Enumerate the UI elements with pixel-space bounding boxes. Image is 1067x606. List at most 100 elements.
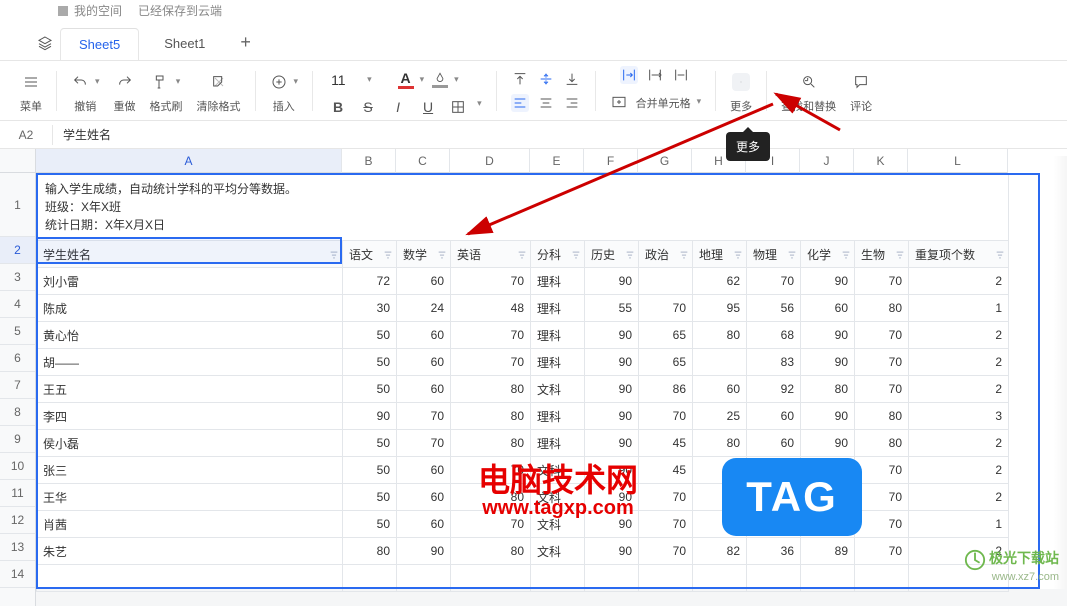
row-header[interactable]: 9 (0, 426, 35, 453)
table-cell[interactable]: 48 (451, 295, 531, 322)
table-cell[interactable]: 80 (801, 376, 855, 403)
table-cell[interactable]: 92 (747, 376, 801, 403)
comment-button[interactable]: 评论 (844, 66, 878, 116)
table-cell[interactable]: 70 (855, 511, 909, 538)
table-cell[interactable]: 90 (397, 538, 451, 565)
clear-format-button[interactable]: 清除格式 (191, 66, 247, 116)
table-cell[interactable] (639, 268, 693, 295)
table-cell[interactable]: 张三 (37, 457, 343, 484)
table-cell[interactable] (855, 565, 909, 592)
table-cell[interactable]: 2 (909, 457, 1009, 484)
table-header-cell[interactable]: 化学 (801, 241, 855, 268)
column-header[interactable]: G (638, 149, 692, 173)
merge-cells-button[interactable]: 合并单元格▾ (604, 64, 708, 118)
table-cell[interactable]: 70 (639, 484, 693, 511)
table-cell[interactable]: 80 (855, 295, 909, 322)
redo-button[interactable]: 重做 (108, 66, 142, 116)
table-cell[interactable]: 70 (397, 430, 451, 457)
table-cell[interactable]: 60 (747, 430, 801, 457)
table-header-cell[interactable]: 生物 (855, 241, 909, 268)
table-cell[interactable]: 90 (801, 268, 855, 295)
table-cell[interactable]: 2 (909, 376, 1009, 403)
table-cell[interactable]: 90 (585, 268, 639, 295)
table-cell[interactable]: 黄心怡 (37, 322, 343, 349)
bold-button[interactable]: B (329, 98, 347, 116)
table-cell[interactable]: 60 (747, 403, 801, 430)
table-cell[interactable]: 理科 (531, 403, 585, 430)
table-cell[interactable]: 理科 (531, 349, 585, 376)
table-cell[interactable]: 56 (747, 295, 801, 322)
table-cell[interactable]: 70 (855, 349, 909, 376)
valign-bottom-icon[interactable] (563, 70, 581, 88)
font-color-button[interactable]: A (398, 70, 414, 89)
wrap-clip-icon[interactable] (672, 66, 690, 84)
undo-button[interactable]: ▾ 撤销 (65, 66, 106, 116)
column-header[interactable]: D (450, 149, 530, 173)
table-cell[interactable]: 60 (397, 484, 451, 511)
column-header[interactable]: A (36, 149, 342, 173)
sheet-tab-other[interactable]: Sheet1 (145, 27, 224, 59)
formula-input[interactable]: 学生姓名 (53, 126, 121, 143)
table-cell[interactable]: 89 (801, 538, 855, 565)
more-button[interactable]: 更多 (724, 66, 758, 116)
table-cell[interactable]: 3 (909, 403, 1009, 430)
table-cell[interactable]: 65 (639, 349, 693, 376)
find-replace-button[interactable]: 查找和替换 (775, 66, 842, 116)
table-cell[interactable] (639, 565, 693, 592)
table-cell[interactable]: 30 (343, 295, 397, 322)
table-cell[interactable]: 80 (451, 538, 531, 565)
table-cell[interactable]: 60 (397, 457, 451, 484)
table-cell[interactable]: 90 (801, 430, 855, 457)
column-header[interactable]: F (584, 149, 638, 173)
format-painter-button[interactable]: ▾ 格式刷 (144, 66, 189, 116)
spreadsheet[interactable]: ABCDEFGHIJKL 1234567891011121314 输入学生成绩，… (0, 149, 1067, 606)
table-cell[interactable]: 王五 (37, 376, 343, 403)
table-cell[interactable]: 刘小雷 (37, 268, 343, 295)
sheet-tab-active[interactable]: Sheet5 (60, 28, 139, 60)
table-cell[interactable]: 70 (855, 376, 909, 403)
table-cell[interactable]: 70 (451, 268, 531, 295)
row-header[interactable]: 10 (0, 453, 35, 480)
table-cell[interactable] (747, 565, 801, 592)
table-cell[interactable] (693, 349, 747, 376)
row-header[interactable]: 1 (0, 173, 35, 237)
select-all-corner[interactable] (0, 149, 36, 173)
table-cell[interactable]: 90 (585, 322, 639, 349)
table-header-cell[interactable]: 分科 (531, 241, 585, 268)
table-cell[interactable]: 60 (397, 511, 451, 538)
table-cell[interactable]: 70 (451, 349, 531, 376)
table-cell[interactable] (585, 565, 639, 592)
breadcrumb-space[interactable]: 我的空间 (58, 2, 122, 19)
table-cell[interactable]: 82 (693, 538, 747, 565)
table-cell[interactable]: 2 (909, 484, 1009, 511)
table-cell[interactable]: 理科 (531, 295, 585, 322)
row-header[interactable]: 5 (0, 318, 35, 345)
row-header[interactable]: 8 (0, 399, 35, 426)
table-cell[interactable]: 90 (801, 403, 855, 430)
table-header-cell[interactable]: 历史 (585, 241, 639, 268)
table-cell[interactable]: 70 (639, 403, 693, 430)
table-cell[interactable]: 70 (397, 403, 451, 430)
font-size-input[interactable]: 11 (327, 70, 361, 90)
table-header-cell[interactable]: 英语 (451, 241, 531, 268)
table-cell[interactable]: 70 (855, 538, 909, 565)
table-cell[interactable]: 90 (585, 376, 639, 403)
table-cell[interactable]: 90 (585, 403, 639, 430)
valign-top-icon[interactable] (511, 70, 529, 88)
table-cell[interactable] (801, 565, 855, 592)
table-cell[interactable]: 90 (585, 349, 639, 376)
table-cell[interactable]: 60 (397, 268, 451, 295)
table-header-cell[interactable]: 重复项个数 (909, 241, 1009, 268)
table-cell[interactable]: 2 (909, 268, 1009, 295)
table-cell[interactable]: 90 (801, 322, 855, 349)
row-header[interactable]: 13 (0, 534, 35, 561)
table-cell[interactable]: 80 (855, 403, 909, 430)
align-right-icon[interactable] (563, 94, 581, 112)
row-header[interactable]: 14 (0, 561, 35, 588)
table-cell[interactable]: 王华 (37, 484, 343, 511)
table-header-cell[interactable]: 数学 (397, 241, 451, 268)
table-cell[interactable]: 文科 (531, 376, 585, 403)
wrap-auto-icon[interactable] (620, 66, 638, 84)
table-cell[interactable] (343, 565, 397, 592)
table-cell[interactable]: 72 (343, 268, 397, 295)
